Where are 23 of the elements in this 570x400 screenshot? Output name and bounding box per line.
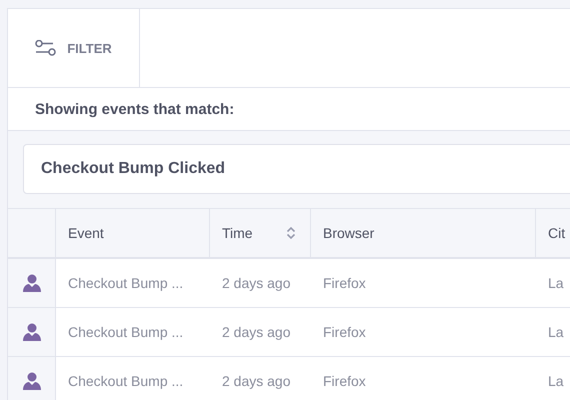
table-cell: 2 days ago xyxy=(210,308,311,357)
sort-icon xyxy=(286,226,296,240)
user-icon xyxy=(22,273,42,293)
column-header[interactable]: Time xyxy=(210,209,311,259)
user-icon xyxy=(22,371,42,391)
table-cell: Checkout Bump ... xyxy=(56,308,210,357)
column-header[interactable]: Cit xyxy=(536,209,570,259)
table-cell: 2 days ago xyxy=(210,357,311,400)
table-cell: 2 days ago xyxy=(210,259,311,308)
match-label: Showing events that match: xyxy=(35,100,234,118)
column-header[interactable]: Event xyxy=(56,209,210,259)
filter-icon xyxy=(35,40,58,56)
table-cell: Firefox xyxy=(311,308,536,357)
event-field[interactable]: Checkout Bump Clicked xyxy=(23,144,570,194)
column-header[interactable]: Browser xyxy=(311,209,536,259)
table-cell: La xyxy=(536,259,570,308)
table-cell: Checkout Bump ... xyxy=(56,259,210,308)
table-cell: La xyxy=(536,357,570,400)
table-cell: Checkout Bump ... xyxy=(56,357,210,400)
table-cell: Firefox xyxy=(311,259,536,308)
user-icon xyxy=(22,322,42,342)
table-cell: Firefox xyxy=(311,357,536,400)
table-cell: La xyxy=(536,308,570,357)
